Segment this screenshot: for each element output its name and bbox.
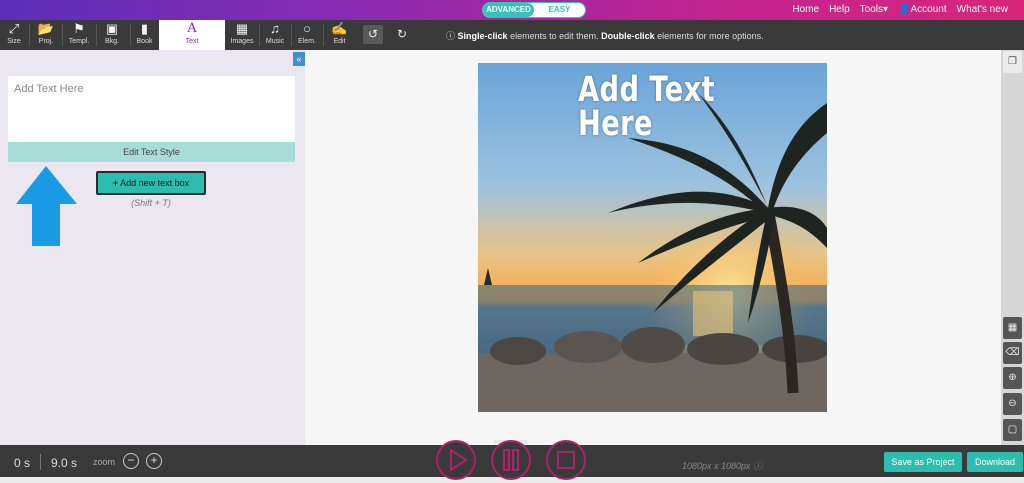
layers-button[interactable]: ❐	[1003, 51, 1022, 73]
canvas-dimensions: 1080px x 1080px ⓘ	[682, 459, 762, 472]
music-icon: ♫	[270, 21, 280, 36]
redo-button[interactable]: ↻	[392, 25, 412, 44]
paint-roller-icon: ✍	[331, 21, 348, 36]
canvas-dimensions-label: 1080px x 1080px	[682, 461, 751, 471]
3d-box-button[interactable]: ▢	[1003, 419, 1022, 441]
tool-elements[interactable]: ○ Elem.	[293, 20, 321, 50]
play-icon	[450, 448, 468, 472]
tool-book[interactable]: ▮ Book	[132, 20, 157, 50]
info-icon: ⓘ	[753, 461, 763, 471]
download-button[interactable]: Download	[967, 452, 1023, 472]
play-button[interactable]	[436, 440, 476, 480]
image-icon: ▦	[235, 21, 249, 36]
nav-help[interactable]: Help	[829, 4, 850, 15]
tool-size[interactable]: ⤢ Size	[3, 20, 25, 50]
canvas-text-element[interactable]: Add Text Here	[578, 70, 716, 144]
tool-book-label: Book	[136, 38, 153, 45]
book-icon: ▮	[140, 21, 149, 36]
collapse-panel-button[interactable]: «	[293, 52, 305, 66]
main-toolbar: ⤢ Size 📂 Proj. ⚑ Templ. ▣ Bkg. ▮ Book A Text ▦…	[0, 20, 1024, 50]
tool-edit[interactable]: ✍ Edit	[326, 20, 353, 50]
toolbar-hint: ⓘ Single-click elements to edit them. Do…	[446, 29, 764, 42]
text-input-placeholder: Add Text Here	[14, 83, 84, 95]
undo-icon: ↺	[367, 27, 379, 41]
text-icon: A	[187, 21, 197, 36]
timeline-zoom-in-button[interactable]: +	[146, 453, 162, 469]
minus-icon: −	[127, 453, 135, 467]
hint-strong-2: Double-click	[601, 31, 655, 41]
undo-button[interactable]: ↺	[363, 25, 383, 44]
plus-icon: +	[150, 453, 158, 467]
tool-project[interactable]: 📂 Proj.	[33, 20, 59, 50]
resize-icon: ⤢	[8, 21, 20, 36]
nav-tools[interactable]: Tools▾	[860, 4, 888, 15]
redo-icon: ↻	[396, 27, 408, 41]
eraser-icon: ⌫	[1005, 347, 1020, 358]
eraser-button[interactable]: ⌫	[1003, 342, 1022, 364]
hint-strong-1: Single-click	[457, 31, 508, 41]
mode-advanced[interactable]: ADVANCED	[483, 3, 534, 17]
bookmark-icon: ⚑	[73, 21, 85, 36]
add-text-box-label: Add new text box	[120, 178, 190, 188]
background-icon: ▣	[105, 21, 119, 36]
tool-elements-label: Elem.	[298, 38, 316, 45]
tool-images-label: Images	[230, 38, 254, 45]
layers-icon: ❐	[1008, 56, 1017, 67]
timeline-zoom-out-button[interactable]: −	[123, 453, 139, 469]
tool-background[interactable]: ▣ Bkg.	[98, 20, 126, 50]
nav-account-label: Account	[910, 4, 947, 15]
user-icon: 👤	[898, 4, 911, 15]
zoom-label: zoom	[93, 457, 116, 467]
hint-end: elements for more options.	[654, 31, 764, 41]
nav-whats-new[interactable]: What's new	[957, 4, 1008, 15]
zoom-in-icon: ⊕	[1008, 372, 1017, 383]
nav-home[interactable]: Home	[792, 4, 819, 15]
canvas-text-line-2: Here	[578, 104, 653, 144]
mode-toggle[interactable]: ADVANCED EASY	[482, 2, 586, 18]
stop-button[interactable]	[546, 440, 586, 480]
grid-icon: ▦	[1007, 322, 1018, 333]
tool-text-label: Text	[185, 38, 199, 45]
mode-easy[interactable]: EASY	[534, 3, 585, 17]
tool-background-label: Bkg.	[104, 38, 119, 45]
canvas-text-line-1: Add Text	[578, 70, 716, 110]
tool-images[interactable]: ▦ Images	[227, 20, 257, 50]
double-chevron-left-icon: «	[296, 54, 302, 64]
stop-icon	[557, 451, 575, 469]
tool-music[interactable]: ♫ Music	[261, 20, 289, 50]
grid-button[interactable]: ▦	[1003, 317, 1022, 339]
hint-mid: elements to edit them.	[507, 31, 602, 41]
zoom-in-button[interactable]: ⊕	[1003, 367, 1022, 389]
shortcut-hint: (Shift + T)	[131, 198, 171, 208]
text-input[interactable]: Add Text Here	[8, 76, 295, 142]
end-time: 9.0 s	[51, 456, 78, 470]
zoom-out-button[interactable]: ⊖	[1003, 393, 1022, 415]
info-icon: ⓘ	[446, 31, 456, 41]
pause-icon	[503, 449, 519, 471]
up-arrow-icon	[16, 166, 77, 246]
tool-template-label: Templ.	[68, 38, 90, 45]
tool-text[interactable]: A Text	[159, 20, 225, 50]
nav-account[interactable]: 👤Account	[898, 4, 947, 15]
plus-icon: +	[112, 178, 119, 188]
tool-edit-label: Edit	[333, 38, 346, 45]
save-as-project-button[interactable]: Save as Project	[884, 452, 962, 472]
artboard[interactable]: Add Text Here	[478, 63, 827, 412]
add-text-box-button[interactable]: + Add new text box	[96, 171, 206, 195]
cube-icon: ▢	[1007, 424, 1018, 435]
zoom-out-icon: ⊖	[1008, 398, 1017, 409]
time-separator	[40, 454, 41, 470]
top-bar: ADVANCED EASY Home Help Tools▾ 👤Account …	[0, 0, 1024, 20]
pause-button[interactable]	[491, 440, 531, 480]
circle-icon: ○	[303, 21, 311, 36]
start-time: 0 s	[14, 456, 31, 470]
top-nav: Home Help Tools▾ 👤Account What's new	[792, 4, 1008, 15]
tool-size-label: Size	[7, 38, 21, 45]
tool-template[interactable]: ⚑ Templ.	[64, 20, 94, 50]
folder-icon: 📂	[37, 21, 55, 36]
tool-music-label: Music	[265, 38, 285, 45]
edit-text-style-button[interactable]: Edit Text Style	[8, 142, 295, 162]
tool-project-label: Proj.	[38, 38, 54, 45]
